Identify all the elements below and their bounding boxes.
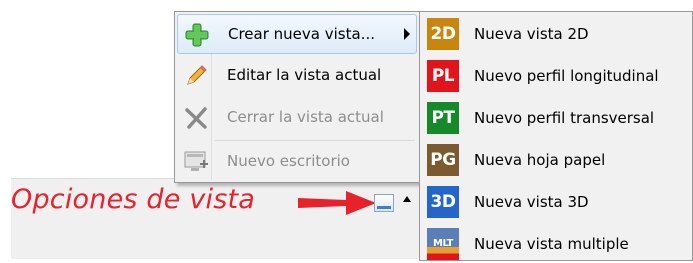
- view-options-icon[interactable]: [374, 194, 394, 212]
- submenu-item-label: Nueva vista 3D: [474, 193, 589, 211]
- menu-item-editar-vista[interactable]: Editar la vista actual: [177, 56, 417, 96]
- submenu-item-nueva-vista-3d[interactable]: 3D Nueva vista 3D: [424, 181, 692, 221]
- badge-pl-icon: PL: [427, 60, 459, 92]
- submenu-item-hoja-papel[interactable]: PG Nueva hoja papel: [424, 139, 692, 179]
- menu-item-label: Nuevo escritorio: [227, 152, 350, 170]
- new-desktop-icon: [184, 151, 208, 171]
- pencil-icon: [187, 65, 207, 85]
- tray-up-arrow-icon[interactable]: [403, 196, 411, 202]
- badge-mlt-icon: MLT: [427, 228, 459, 260]
- submenu-item-perfil-longitudinal[interactable]: PL Nuevo perfil longitudinal: [424, 55, 692, 95]
- submenu-item-nueva-vista-2d[interactable]: 2D Nueva vista 2D: [424, 13, 692, 53]
- badge-pt-icon: PT: [427, 102, 459, 134]
- badge-pg-icon: PG: [427, 144, 459, 176]
- red-arrow-icon: [298, 191, 376, 215]
- submenu-item-label: Nueva vista 2D: [474, 25, 589, 43]
- menu-item-nuevo-escritorio[interactable]: Nuevo escritorio: [177, 142, 417, 182]
- submenu-item-label: Nuevo perfil longitudinal: [474, 67, 659, 85]
- menu-item-label: Editar la vista actual: [227, 66, 382, 84]
- submenu-item-label: Nuevo perfil transversal: [474, 109, 655, 127]
- menu-separator: [215, 140, 415, 141]
- submenu-item-label: Nueva hoja papel: [474, 151, 606, 169]
- submenu-nueva-vista: 2D Nueva vista 2D PL Nuevo perfil longit…: [419, 11, 693, 261]
- badge-3d-icon: 3D: [427, 186, 459, 218]
- menu-item-label: Cerrar la vista actual: [227, 108, 384, 126]
- context-menu: Crear nueva vista... Editar la vista act…: [174, 11, 420, 183]
- menu-item-cerrar-vista[interactable]: Cerrar la vista actual: [177, 98, 417, 138]
- submenu-item-label: Nueva vista multiple: [474, 235, 629, 253]
- menu-item-crear-nueva-vista[interactable]: Crear nueva vista...: [177, 14, 417, 54]
- submenu-item-perfil-transversal[interactable]: PT Nuevo perfil transversal: [424, 97, 692, 137]
- green-plus-icon: [185, 23, 209, 47]
- submenu-item-vista-multiple[interactable]: MLT Nueva vista multiple: [424, 223, 692, 263]
- badge-2d-icon: 2D: [427, 18, 459, 50]
- menu-item-label: Crear nueva vista...: [228, 25, 375, 43]
- close-x-icon: [185, 107, 207, 129]
- submenu-arrow-icon: [404, 28, 410, 40]
- annotation-label: Opciones de vista: [11, 184, 256, 215]
